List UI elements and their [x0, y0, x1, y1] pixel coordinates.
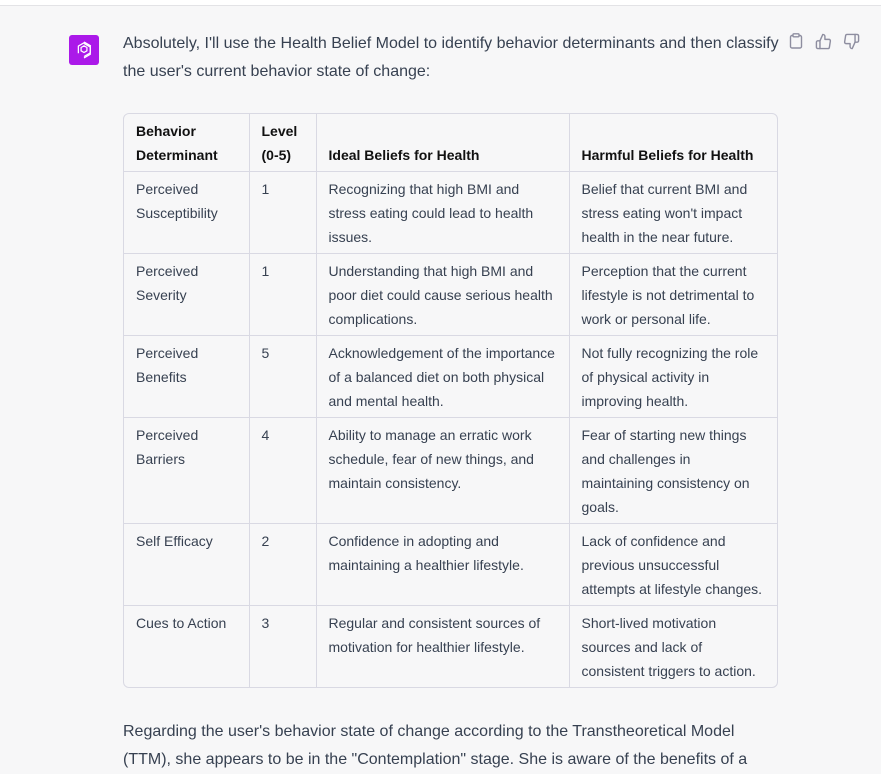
cell-ideal: Confidence in adopting and maintaining a… — [316, 523, 570, 606]
cell-ideal: Understanding that high BMI and poor die… — [316, 253, 570, 336]
intro-paragraph: Absolutely, I'll use the Health Belief M… — [123, 35, 779, 80]
cell-harmful: Fear of starting new things and challeng… — [569, 417, 777, 524]
thumbs-up-button[interactable] — [814, 33, 833, 55]
assistant-message: Absolutely, I'll use the Health Belief M… — [0, 5, 881, 774]
cell-ideal: Acknowledgement of the importance of a b… — [316, 335, 570, 418]
cell-level: 2 — [249, 523, 317, 606]
table-row: Cues to Action 3 Regular and consistent … — [124, 605, 777, 687]
cell-harmful: Lack of confidence and previous unsucces… — [569, 523, 777, 606]
clipboard-icon — [789, 33, 803, 54]
cell-ideal: Ability to manage an erratic work schedu… — [316, 417, 570, 524]
cell-level: 4 — [249, 417, 317, 524]
header-harmful-beliefs: Harmful Beliefs for Health — [569, 114, 777, 172]
cell-level: 3 — [249, 605, 317, 687]
table-row: Perceived Severity 1 Understanding that … — [124, 253, 777, 336]
cell-level: 5 — [249, 335, 317, 418]
copy-button[interactable] — [786, 33, 805, 54]
cell-ideal: Recognizing that high BMI and stress eat… — [316, 171, 570, 254]
thumbs-up-icon — [815, 33, 832, 55]
cell-harmful: Perception that the current lifestyle is… — [569, 253, 777, 336]
cell-harmful: Not fully recognizing the role of physic… — [569, 335, 777, 418]
cell-harmful: Belief that current BMI and stress eatin… — [569, 171, 777, 254]
thumbs-down-button[interactable] — [842, 33, 861, 55]
cell-ideal: Regular and consistent sources of motiva… — [316, 605, 570, 687]
cell-determinant: Cues to Action — [124, 605, 250, 687]
chatgpt-logo-icon — [69, 35, 99, 65]
header-behavior-determinant: Behavior Determinant — [124, 114, 250, 172]
behavior-table-container: Behavior Determinant Level (0-5) Ideal B… — [123, 113, 778, 688]
table-row: Perceived Benefits 5 Acknowledgement of … — [124, 335, 777, 418]
table-row: Perceived Barriers 4 Ability to manage a… — [124, 417, 777, 524]
header-ideal-beliefs: Ideal Beliefs for Health — [316, 114, 570, 172]
cell-determinant: Perceived Severity — [124, 253, 250, 336]
cell-determinant: Perceived Barriers — [124, 417, 250, 524]
cell-level: 1 — [249, 253, 317, 336]
cell-determinant: Perceived Benefits — [124, 335, 250, 418]
table-row: Perceived Susceptibility 1 Recognizing t… — [124, 171, 777, 254]
cell-harmful: Short-lived motivation sources and lack … — [581, 615, 756, 679]
header-level: Level (0-5) — [249, 114, 317, 172]
message-content: Absolutely, I'll use the Health Belief M… — [123, 30, 779, 774]
behavior-determinant-table: Behavior Determinant Level (0-5) Ideal B… — [124, 114, 777, 687]
table-header-row: Behavior Determinant Level (0-5) Ideal B… — [124, 114, 777, 172]
cell-determinant: Perceived Susceptibility — [124, 171, 250, 254]
thumbs-down-icon — [843, 33, 860, 55]
table-row: Self Efficacy 2 Confidence in adopting a… — [124, 523, 777, 606]
outro-paragraph: Regarding the user's behavior state of c… — [123, 723, 748, 768]
message-actions — [786, 33, 861, 55]
cell-level: 1 — [249, 171, 317, 254]
cell-determinant: Self Efficacy — [124, 523, 250, 606]
